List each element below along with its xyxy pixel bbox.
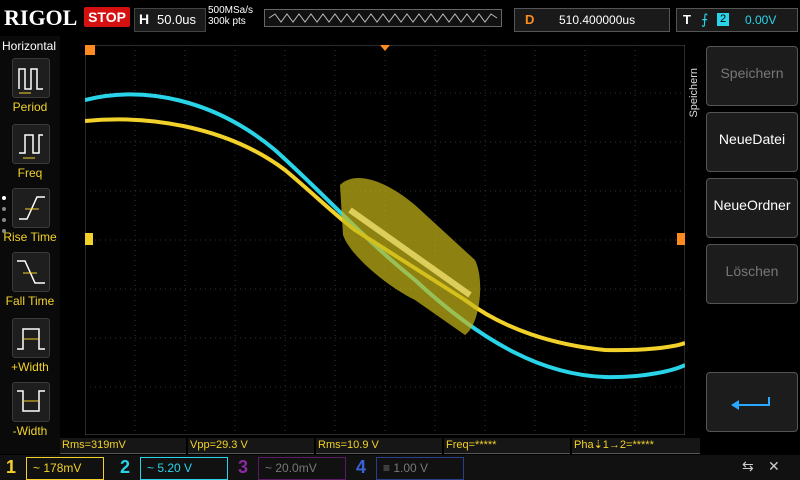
- new-folder-label: NeueOrdner: [713, 197, 791, 213]
- channel-1-scale-value: 178mV: [43, 461, 82, 475]
- trigger-level: 0.00V: [745, 13, 777, 27]
- channel-3-scale-value: 20.0mV: [275, 461, 317, 475]
- channel-4-scale[interactable]: ≡ 1.00 V: [376, 457, 464, 480]
- measurement-ch2-rms[interactable]: Rms=10.9 V: [316, 438, 442, 454]
- trigger-top-marker: [85, 45, 95, 55]
- channel-4-coupling: ≡: [383, 461, 391, 475]
- measure-fall-time[interactable]: Fall Time: [0, 252, 60, 316]
- memory-depth: 300k pts: [208, 16, 246, 27]
- rise-time-icon: [12, 188, 50, 228]
- measure-negative-width[interactable]: -Width: [0, 382, 60, 446]
- memory-waveform-icon: [268, 13, 498, 23]
- frequency-label: Freq: [17, 166, 43, 180]
- channel-2-coupling: ~: [147, 461, 155, 475]
- measure-menu-title: Horizontal: [2, 39, 57, 53]
- frequency-icon: [12, 124, 50, 164]
- channel-2-number[interactable]: 2: [114, 455, 136, 480]
- memory-overview-strip: [264, 9, 502, 27]
- positive-width-label: +Width: [11, 360, 49, 374]
- channel-1-offset-marker: [83, 233, 93, 245]
- channel-bar: 1 ~ 178mV 2 ~ 5.20 V 3 ~ 20.0mV 4 ≡ 1.00…: [0, 455, 800, 480]
- channel-2-scale-value: 5.20 V: [157, 461, 193, 475]
- measurement-ch1-rms[interactable]: Rms=319mV: [60, 438, 186, 454]
- new-folder-button[interactable]: NeueOrdner: [706, 178, 798, 238]
- period-label: Period: [12, 100, 48, 114]
- channel-1-number[interactable]: 1: [0, 455, 22, 480]
- save-button-label: Speichern: [720, 65, 784, 81]
- delay-value: 510.400000us: [559, 13, 636, 27]
- save-menu: Speichern Speichern NeueDatei NeueOrdner…: [686, 36, 800, 454]
- waveform-display[interactable]: [83, 44, 686, 436]
- delete-label: Löschen: [725, 263, 779, 279]
- measure-frequency[interactable]: Freq: [0, 124, 60, 188]
- new-file-label: NeueDatei: [718, 131, 786, 147]
- channel-1-scale[interactable]: ~ 178mV: [26, 457, 104, 480]
- positive-width-icon: [12, 318, 50, 358]
- delay-display[interactable]: D 510.400000us: [514, 8, 670, 32]
- status-bar: RIGOL STOP H 50.0us 500MSa/s 300k pts D …: [0, 0, 800, 36]
- channel-4-number[interactable]: 4: [350, 455, 372, 480]
- rising-edge-icon: ⨍: [701, 11, 709, 27]
- measurement-frequency[interactable]: Freq=*****: [444, 438, 570, 454]
- measure-menu: Horizontal Period Freq Rise Time Fall Ti…: [0, 36, 60, 454]
- return-arrow-icon: [731, 397, 770, 410]
- trigger-source: 2: [717, 13, 729, 26]
- sample-rate: 500MSa/s: [208, 5, 254, 16]
- delete-button[interactable]: Löschen: [706, 244, 798, 304]
- measurement-bar: Rms=319mV Vpp=29.3 V Rms=10.9 V Freq=***…: [60, 437, 700, 454]
- trigger-level-marker: [677, 233, 685, 245]
- fall-time-label: Fall Time: [5, 294, 55, 308]
- channel-3-scale[interactable]: ~ 20.0mV: [258, 457, 346, 480]
- measure-positive-width[interactable]: +Width: [0, 318, 60, 382]
- trigger-display[interactable]: T ⨍ 2 0.00V: [676, 8, 798, 32]
- horizontal-letter: H: [139, 11, 150, 27]
- trigger-letter: T: [683, 12, 691, 27]
- rise-time-label: Rise Time: [3, 230, 57, 244]
- usb-icon: ⇆: [742, 458, 754, 474]
- fall-time-icon: [12, 252, 50, 292]
- timebase-value: 50.0us: [157, 12, 197, 27]
- speaker-muted-icon[interactable]: ✕: [768, 458, 780, 475]
- horizontal-timebase[interactable]: H 50.0us: [134, 8, 206, 32]
- measurement-phase[interactable]: Pha⇣1→2=*****: [572, 438, 700, 454]
- brand-logo: RIGOL: [4, 5, 78, 30]
- channel-2-scale[interactable]: ~ 5.20 V: [140, 457, 228, 480]
- save-menu-title: Speichern: [688, 68, 700, 118]
- channel-3-coupling: ~: [265, 461, 273, 475]
- menu-page-dots: [2, 196, 6, 240]
- negative-width-icon: [12, 382, 50, 422]
- negative-width-label: -Width: [12, 424, 48, 438]
- measure-period[interactable]: Period: [0, 58, 60, 122]
- measurement-ch1-vpp[interactable]: Vpp=29.3 V: [188, 438, 314, 454]
- channel-1-coupling: ~: [33, 461, 41, 475]
- save-button[interactable]: Speichern: [706, 46, 798, 106]
- measure-rise-time[interactable]: Rise Time: [0, 188, 60, 252]
- waveform-canvas: [83, 44, 686, 436]
- channel-4-scale-value: 1.00 V: [393, 461, 429, 475]
- acquisition-info: 500MSa/s 300k pts: [208, 5, 253, 27]
- delay-letter: D: [525, 12, 535, 27]
- channel-3-number[interactable]: 3: [232, 455, 254, 480]
- run-stop-indicator[interactable]: STOP: [84, 7, 130, 27]
- new-file-button[interactable]: NeueDatei: [706, 112, 798, 172]
- back-button[interactable]: [706, 372, 798, 432]
- period-icon: [12, 58, 50, 98]
